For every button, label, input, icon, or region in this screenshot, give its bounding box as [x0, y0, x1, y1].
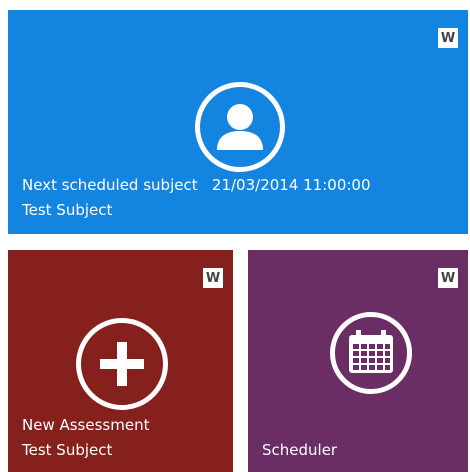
tile-title: Next scheduled subject — [22, 176, 198, 194]
subject-name: Test Subject — [22, 201, 113, 219]
subject-name: Test Subject — [22, 441, 113, 459]
w-badge-icon: W — [438, 268, 458, 288]
tile-title: Scheduler — [262, 441, 338, 459]
tile-title: New Assessment — [22, 416, 150, 434]
plus-icon — [76, 318, 168, 410]
new-assessment-tile[interactable]: W New Assessment Test Subject — [8, 250, 233, 472]
calendar-icon — [330, 312, 412, 394]
person-icon — [195, 82, 285, 172]
w-badge-icon: W — [203, 268, 223, 288]
scheduled-datetime: 21/03/2014 11:00:00 — [211, 176, 371, 194]
w-badge-icon: W — [438, 28, 458, 48]
next-scheduled-subject-tile[interactable]: W Next scheduled subject 21/03/2014 11:0… — [8, 10, 468, 234]
scheduler-tile[interactable]: W Scheduler — [248, 250, 468, 472]
